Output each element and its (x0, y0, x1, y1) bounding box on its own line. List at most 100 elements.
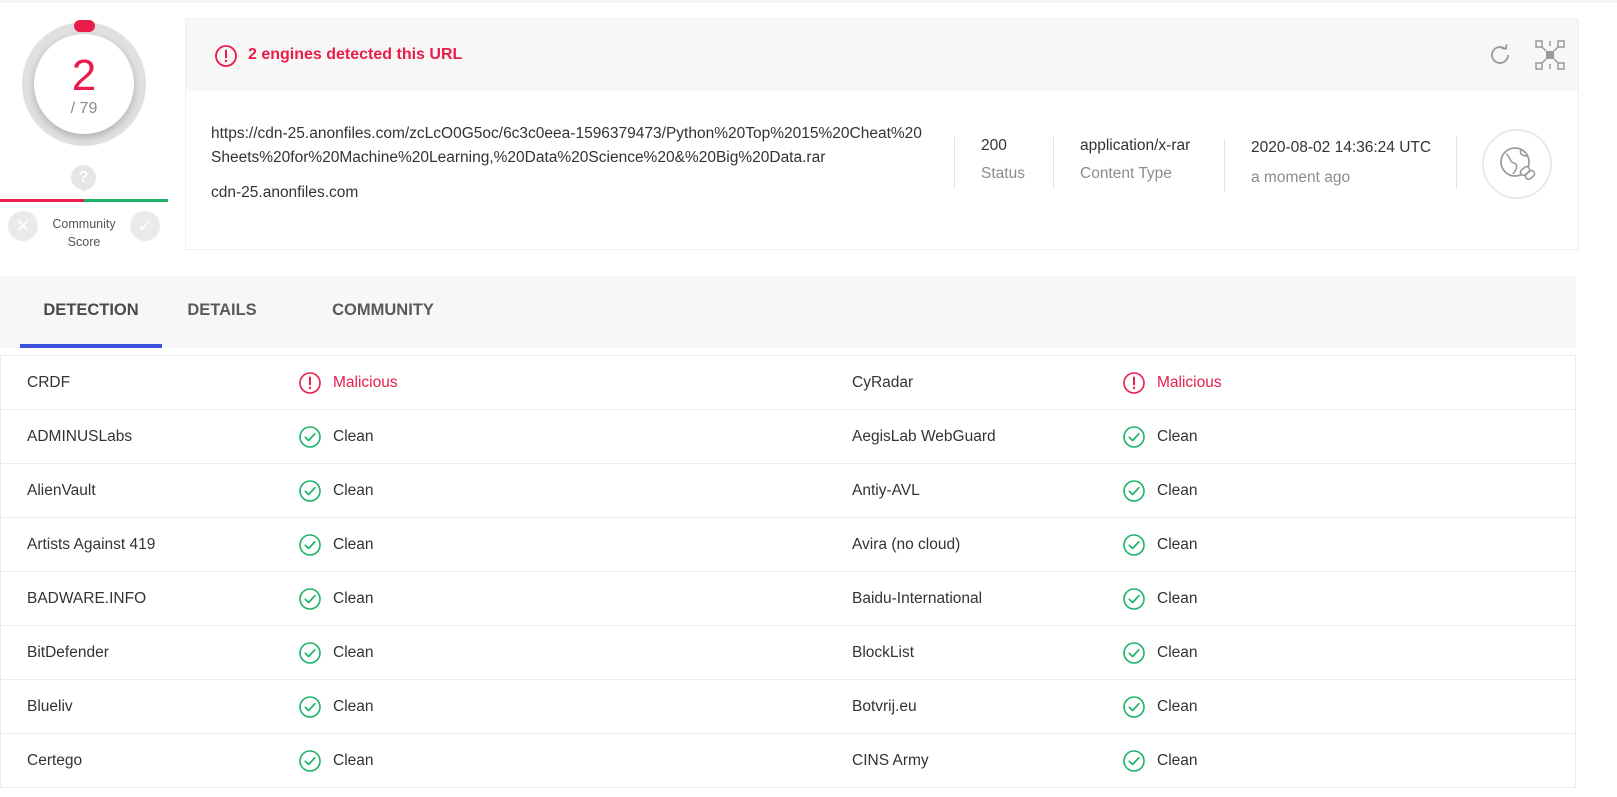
engine-result: Clean (298, 410, 374, 464)
refresh-icon[interactable] (1486, 41, 1514, 69)
engine-result-label: Clean (1157, 698, 1198, 715)
table-row: ADMINUSLabs Clean AegisLab WebGuard Clean (1, 410, 1575, 464)
vote-harmless-button[interactable]: ✓ (130, 211, 160, 241)
http-status-value: 200 (981, 137, 1007, 154)
detection-score: 2 / 79 ? ✕ Community Score ✓ (0, 18, 168, 249)
content-type: application/x-rar Content Type (1053, 137, 1219, 189)
score-gauge-center: 2 / 79 (34, 34, 134, 134)
table-row: CRDF Malicious CyRadar Malicious (1, 356, 1575, 410)
engine-result-label: Clean (333, 536, 374, 553)
engine-result-label: Clean (1157, 428, 1198, 445)
engine-result-label: Clean (1157, 536, 1198, 553)
top-divider (0, 0, 1617, 3)
content-type-value: application/x-rar (1080, 137, 1191, 154)
table-row: Blueliv Clean Botvrij.eu Clean (1, 680, 1575, 734)
engine-result-label: Clean (333, 644, 374, 661)
engine-result: Clean (298, 626, 374, 680)
engine-name: Baidu-International (852, 590, 983, 607)
content-type-label: Content Type (1080, 165, 1172, 182)
tab-details[interactable]: DETAILS (182, 276, 262, 348)
analysis-date: 2020-08-02 14:36:24 UTC a moment ago (1224, 139, 1474, 191)
engine-name: CRDF (27, 374, 71, 391)
score-gauge: 2 / 79 (22, 20, 146, 146)
http-status: 200 Status (954, 137, 1050, 189)
check-circle-icon (299, 696, 321, 718)
engine-result: Clean (1122, 410, 1198, 464)
community-bar-positive (84, 199, 168, 202)
engine-result-label: Clean (1157, 482, 1198, 499)
alert-circle-icon (215, 45, 237, 67)
engine-name: CINS Army (852, 752, 929, 769)
score-gauge-marker (74, 20, 95, 32)
engine-name: CyRadar (852, 374, 914, 391)
engine-result-label: Clean (333, 590, 374, 607)
summary-header: 2 engines detected this URL (186, 19, 1578, 91)
engine-result-label: Clean (1157, 590, 1198, 607)
engine-result: Clean (1122, 464, 1198, 518)
alert-circle-icon (299, 372, 321, 394)
engine-result: Malicious (298, 356, 398, 410)
check-circle-icon (299, 534, 321, 556)
engine-result: Clean (298, 572, 374, 626)
engine-name: BADWARE.INFO (27, 590, 147, 607)
engine-name: ADMINUSLabs (27, 428, 133, 445)
community-score-label: Community Score (40, 215, 128, 251)
check-circle-icon (299, 642, 321, 664)
meta-divider (1456, 137, 1457, 189)
check-circle-icon (299, 588, 321, 610)
engine-result: Clean (1122, 626, 1198, 680)
engine-name: AegisLab WebGuard (852, 428, 996, 445)
alert-circle-icon (1123, 372, 1145, 394)
table-row: AlienVault Clean Antiy-AVL Clean (1, 464, 1575, 518)
engine-result-label: Clean (1157, 644, 1198, 661)
table-row: BitDefender Clean BlockList Clean (1, 626, 1575, 680)
tab-detection[interactable]: DETECTION (20, 276, 162, 348)
engine-result: Clean (1122, 680, 1198, 734)
url-domain[interactable]: cdn-25.anonfiles.com (211, 184, 358, 202)
engine-name: BlockList (852, 644, 915, 661)
table-row: Certego Clean CINS Army Clean (1, 734, 1575, 788)
engine-result: Clean (298, 734, 374, 788)
community-label-line2: Score (67, 235, 101, 249)
community-score: ? ✕ Community Score ✓ (0, 163, 168, 253)
engine-result: Clean (298, 464, 374, 518)
engine-result-label: Clean (333, 482, 374, 499)
graph-overview-icon[interactable] (1534, 39, 1566, 71)
tab-community[interactable]: COMMUNITY (325, 276, 441, 348)
scanned-url: https://cdn-25.anonfiles.com/zcLcO0G5oc/… (211, 125, 922, 166)
check-circle-icon (1123, 480, 1145, 502)
analysis-date-relative: a moment ago (1251, 169, 1351, 186)
engine-result-label: Clean (333, 698, 374, 715)
engine-name: AlienVault (27, 482, 96, 499)
question-mark-icon[interactable]: ? (71, 165, 96, 192)
detection-table: CRDF Malicious CyRadar Malicious ADMINUSLabs… (0, 355, 1576, 788)
engine-result: Clean (298, 680, 374, 734)
engine-name: Certego (27, 752, 83, 769)
check-circle-icon (1123, 534, 1145, 556)
analysis-date-value: 2020-08-02 14:36:24 UTC (1251, 139, 1432, 156)
check-circle-icon (1123, 696, 1145, 718)
engine-result: Clean (1122, 572, 1198, 626)
http-status-label: Status (981, 165, 1025, 182)
check-circle-icon (1123, 588, 1145, 610)
engine-result: Clean (1122, 518, 1198, 572)
engine-name: Avira (no cloud) (852, 536, 961, 553)
detection-alert: 2 engines detected this URL (248, 46, 463, 63)
globe-link-icon (1500, 147, 1536, 181)
check-circle-icon (1123, 426, 1145, 448)
engine-result-label: Clean (333, 752, 374, 769)
engine-result-label: Clean (1157, 752, 1198, 769)
url-type-badge (1482, 129, 1552, 199)
table-row: Artists Against 419 Clean Avira (no cloud)… (1, 518, 1575, 572)
url-summary-card: 2 engines detected this URL https://cdn-… (185, 18, 1579, 250)
check-circle-icon (1123, 750, 1145, 772)
engine-name: Antiy-AVL (852, 482, 920, 499)
community-bar-negative (0, 199, 84, 202)
engine-name: Artists Against 419 (27, 536, 156, 553)
check-circle-icon (299, 480, 321, 502)
vote-harmful-button[interactable]: ✕ (8, 211, 38, 241)
report-tabs: DETECTION DETAILS COMMUNITY (0, 276, 1576, 348)
engine-name: Botvrij.eu (852, 698, 917, 715)
community-label-line1: Community (52, 217, 116, 231)
engine-result: Clean (1122, 734, 1198, 788)
